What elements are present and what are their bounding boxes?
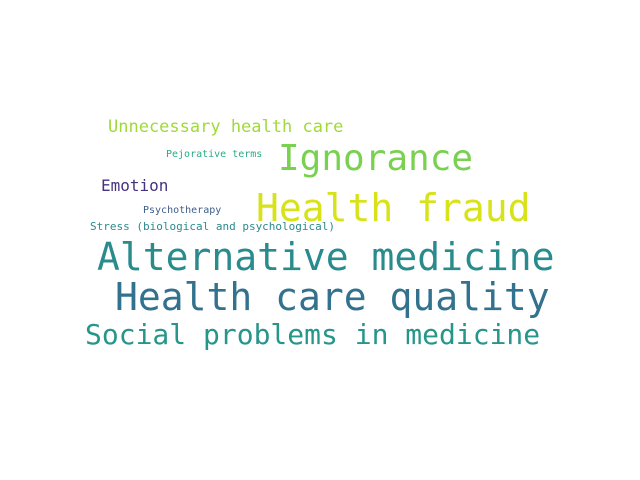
word-social-problems-in-medicine: Social problems in medicine (85, 318, 541, 351)
word-health-care-quality: Health care quality (115, 275, 550, 319)
word-ignorance: Ignorance (278, 138, 474, 179)
word-psychotherapy: Psychotherapy (143, 205, 222, 216)
word-cloud: Unnecessary health care Pejorative terms… (0, 0, 640, 480)
word-alternative-medicine: Alternative medicine (97, 235, 555, 279)
word-unnecessary-health-care: Unnecessary health care (108, 117, 344, 137)
word-emotion: Emotion (101, 176, 169, 195)
word-pejorative-terms: Pejorative terms (166, 149, 263, 160)
word-stress: Stress (biological and psychological) (90, 220, 336, 233)
